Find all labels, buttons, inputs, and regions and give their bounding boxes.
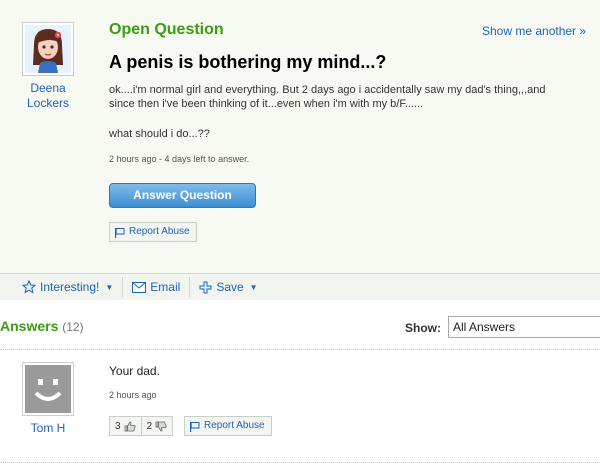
open-question-label: Open Question <box>109 21 224 38</box>
answer-report-abuse-button[interactable]: Report Abuse <box>184 416 272 436</box>
thumbs-up-count: 3 <box>115 420 121 432</box>
chevron-down-icon: ▼ <box>249 282 258 292</box>
chevron-down-icon: ▼ <box>105 282 114 292</box>
thumbs-down-button[interactable]: 2 <box>142 417 173 435</box>
plus-icon <box>199 281 212 293</box>
interesting-label: Interesting! <box>40 280 100 294</box>
answers-divider <box>0 462 600 463</box>
answer-question-button[interactable]: Answer Question <box>109 183 256 208</box>
flag-icon <box>190 421 200 432</box>
question-title: A penis is bothering my mind...? <box>109 52 387 72</box>
flag-icon <box>115 227 125 238</box>
report-abuse-label: Report Abuse <box>204 420 265 431</box>
answerer-name[interactable]: Tom H <box>14 421 82 435</box>
envelope-icon <box>132 281 147 293</box>
answer-rating: 3 2 <box>109 416 174 436</box>
show-filter-label: Show: <box>405 321 441 335</box>
save-button[interactable]: Save ▼ <box>190 277 266 297</box>
show-filter-select[interactable]: All Answers <box>448 316 600 338</box>
star-icon <box>22 280 36 294</box>
answers-heading-label: Answers <box>0 318 59 334</box>
report-abuse-label: Report Abuse <box>129 226 190 237</box>
thumbs-down-icon <box>155 421 167 431</box>
default-smiley-avatar-icon <box>25 365 71 413</box>
question-followup: what should i do...?? <box>109 128 210 140</box>
save-label: Save <box>216 280 244 294</box>
asker-avatar[interactable] <box>22 22 74 76</box>
girl-avatar-icon <box>25 25 71 73</box>
answerer-avatar[interactable] <box>22 362 74 416</box>
answers-heading: Answers (12) <box>0 318 84 334</box>
question-meta: 2 hours ago - 4 days left to answer. <box>109 154 250 164</box>
asker-name[interactable]: Deena Lockers <box>14 81 82 111</box>
question-toolbar: Interesting! ▼ Email Save ▼ <box>0 273 600 300</box>
thumbs-down-count: 2 <box>146 420 153 432</box>
thumbs-up-icon <box>124 421 136 431</box>
email-button[interactable]: Email <box>123 277 191 297</box>
thumbs-up-button[interactable]: 3 <box>110 417 142 435</box>
show-another-link[interactable]: Show me another » <box>482 24 586 38</box>
answer-meta: 2 hours ago <box>109 390 157 400</box>
question-report-abuse-button[interactable]: Report Abuse <box>109 222 197 242</box>
interesting-button[interactable]: Interesting! ▼ <box>22 277 124 297</box>
answers-divider <box>0 349 600 350</box>
question-body: ok....i'm normal girl and everything. Bu… <box>109 84 546 110</box>
answer-text: Your dad. <box>109 364 160 378</box>
question-panel: Deena Lockers Open Question Show me anot… <box>0 0 600 300</box>
answers-count: (12) <box>62 320 84 334</box>
email-label: Email <box>150 280 181 294</box>
